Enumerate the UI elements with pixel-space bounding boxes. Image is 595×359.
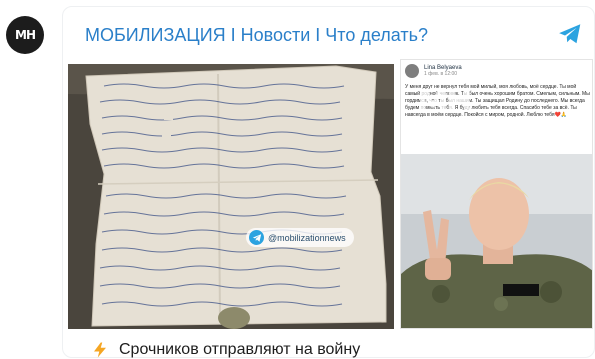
letter-watermark: @mobilizationnews — [246, 228, 354, 247]
channel-watermark-logo: МН — [417, 82, 473, 120]
channel-avatar-wrap[interactable]: МН — [6, 16, 44, 54]
caption-text: Срочников отправляют на войну — [119, 341, 361, 358]
telegram-icon — [249, 230, 264, 245]
post-card: МОБИЛИЗАЦИЯ I Новости I Что делать? @mob… — [62, 6, 595, 358]
post-date: 1 фев. в 12:00 — [424, 71, 458, 77]
soldier-selfie — [401, 154, 592, 328]
telegram-paper-plane-icon[interactable] — [557, 21, 583, 47]
channel-avatar[interactable]: МН — [6, 16, 44, 54]
watermark-text: @mobilizationnews — [268, 232, 346, 243]
post-author-avatar — [405, 64, 419, 78]
letter-photo[interactable]: @mobilizationnews — [68, 64, 394, 329]
post-caption: Срочников отправляют на войну — [91, 341, 360, 359]
post-header: Lina Belyaeva 1 фев. в 12:00 — [405, 64, 462, 78]
channel-title[interactable]: МОБИЛИЗАЦИЯ I Новости I Что делать? — [85, 25, 428, 46]
social-post-screenshot[interactable]: Lina Belyaeva 1 фев. в 12:00 У меня друг… — [400, 59, 593, 329]
letter-illustration — [68, 64, 394, 329]
lightning-icon — [94, 342, 106, 358]
